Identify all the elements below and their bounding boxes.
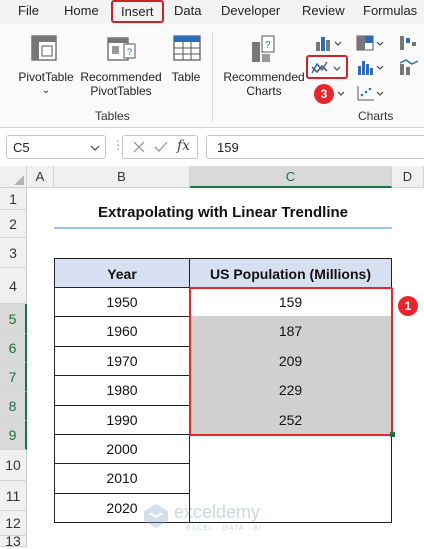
hierarchy-chart-icon <box>356 35 384 51</box>
table-cell-year[interactable]: 2010 <box>54 463 190 494</box>
watermark-tagline: EXCEL · DATA · BI <box>186 525 262 532</box>
line-chart-icon <box>311 61 341 74</box>
combo-chart-icon <box>399 59 419 75</box>
table-cell-year[interactable]: 2000 <box>54 434 190 465</box>
charts-group-label: Charts <box>358 109 394 123</box>
formula-controls: fx <box>122 135 198 159</box>
table-header-population[interactable]: US Population (Millions) <box>190 258 392 288</box>
column-header-b[interactable]: B <box>54 166 190 188</box>
row-header[interactable]: 10 <box>0 450 27 481</box>
watermark: exceldemy EXCEL · DATA · BI <box>142 500 302 540</box>
row-header[interactable]: 7 <box>0 363 27 392</box>
statistic-chart-icon <box>358 61 384 75</box>
name-box[interactable]: C5 <box>6 135 106 159</box>
scatter-chart-icon <box>357 86 384 101</box>
group-divider <box>212 32 213 122</box>
selection-highlight <box>189 287 393 436</box>
column-header-a[interactable]: A <box>27 166 54 188</box>
row-header[interactable]: 8 <box>0 392 27 421</box>
corner-triangle-icon <box>14 175 24 185</box>
callout-badge-1: 1 <box>398 296 418 316</box>
row-header[interactable]: 6 <box>0 334 27 363</box>
table-label: Table <box>171 70 201 84</box>
insert-function-icon[interactable]: fx <box>177 138 190 154</box>
row-header[interactable]: 4 <box>0 268 27 304</box>
cancel-icon[interactable] <box>131 139 147 155</box>
sheet-title[interactable]: Extrapolating with Linear Trendline <box>54 204 392 221</box>
row-header[interactable]: 13 <box>0 534 27 548</box>
menu-home[interactable]: Home <box>64 3 99 18</box>
callout-badge-3: 3 <box>314 84 334 104</box>
table-cell-year[interactable]: 1970 <box>54 345 190 377</box>
column-chart-icon <box>316 37 342 51</box>
recommended-pivottables-button[interactable]: ? Recommended PivotTables <box>78 32 164 102</box>
chevron-down-icon <box>337 91 345 96</box>
recommended-charts-button[interactable]: ? Recommended Charts <box>222 32 306 102</box>
pivottable-label: PivotTable <box>18 70 74 84</box>
chevron-down-icon <box>90 145 100 151</box>
table-cell-year[interactable]: 1950 <box>54 287 190 318</box>
tables-group-label: Tables <box>95 109 130 123</box>
column-header-d[interactable]: D <box>392 166 424 188</box>
row-header[interactable]: 5 <box>0 304 27 334</box>
menu-file[interactable]: File <box>18 3 39 18</box>
svg-text:?: ? <box>127 47 132 57</box>
recommended-pivottables-label-1: Recommended <box>80 70 162 84</box>
row-header[interactable]: 2 <box>0 210 27 238</box>
menu-insert-label: Insert <box>121 4 154 19</box>
insert-pie-chart-button[interactable] <box>336 86 348 103</box>
menu-bar: File Home Insert Data Developer Review F… <box>0 0 424 24</box>
insert-waterfall-chart-button[interactable] <box>398 34 424 55</box>
table-cell-year[interactable]: 1990 <box>54 404 190 435</box>
row-header[interactable]: 1 <box>0 188 27 210</box>
row-header[interactable]: 3 <box>0 238 27 268</box>
table-cell-population[interactable] <box>190 463 392 494</box>
formula-input[interactable]: 159 <box>206 135 424 159</box>
insert-combo-chart-button[interactable] <box>398 58 424 79</box>
recommended-charts-label-1: Recommended <box>223 70 305 84</box>
recommended-pivottables-icon: ? <box>107 37 136 61</box>
waterfall-chart-icon <box>400 36 416 50</box>
menu-developer[interactable]: Developer <box>221 3 280 18</box>
name-box-value: C5 <box>13 140 30 155</box>
insert-scatter-chart-button[interactable] <box>356 84 384 105</box>
column-header-c[interactable]: C <box>190 166 392 188</box>
menu-insert[interactable]: Insert <box>111 0 164 23</box>
row-header[interactable]: 11 <box>0 481 27 511</box>
formula-input-value: 159 <box>217 140 239 155</box>
table-cell-year[interactable]: 1960 <box>54 316 190 347</box>
formula-bar: C5 ⋮ fx 159 <box>0 132 424 162</box>
confirm-icon[interactable] <box>153 139 169 155</box>
table-icon <box>173 35 201 61</box>
watermark-brand: exceldemy <box>174 502 261 522</box>
recommended-charts-icon: ? <box>252 35 275 62</box>
menu-data[interactable]: Data <box>174 3 201 18</box>
insert-statistic-chart-button[interactable] <box>356 58 384 79</box>
spreadsheet-grid: A B C D 1 2 3 4 5 6 7 8 9 10 11 12 13 Year US Populat… <box>0 166 424 548</box>
exceldemy-logo-icon <box>144 504 168 528</box>
insert-column-chart-button[interactable] <box>314 34 342 55</box>
menu-formulas[interactable]: Formulas <box>363 3 417 18</box>
menu-review[interactable]: Review <box>302 3 345 18</box>
chevron-down-icon: ⌄ <box>41 85 51 96</box>
ribbon: PivotTable ⌄ ? Recommended PivotTables T… <box>0 24 424 128</box>
row-header[interactable]: 9 <box>0 421 27 450</box>
recommended-pivottables-label-2: PivotTables <box>90 84 152 98</box>
table-header-year[interactable]: Year <box>54 258 190 288</box>
recommended-charts-label-2: Charts <box>246 84 282 98</box>
title-underline <box>54 227 392 229</box>
pivottable-button[interactable]: PivotTable ⌄ <box>16 32 76 102</box>
insert-hierarchy-chart-button[interactable] <box>356 34 384 55</box>
table-cell-population[interactable] <box>190 434 392 465</box>
svg-text:?: ? <box>265 40 271 51</box>
table-button[interactable]: Table <box>166 32 206 102</box>
fill-handle[interactable] <box>390 432 395 437</box>
select-all-corner[interactable] <box>0 166 27 188</box>
table-cell-year[interactable]: 1980 <box>54 375 190 406</box>
pivottable-icon <box>31 35 57 61</box>
insert-line-chart-button[interactable] <box>306 55 348 79</box>
